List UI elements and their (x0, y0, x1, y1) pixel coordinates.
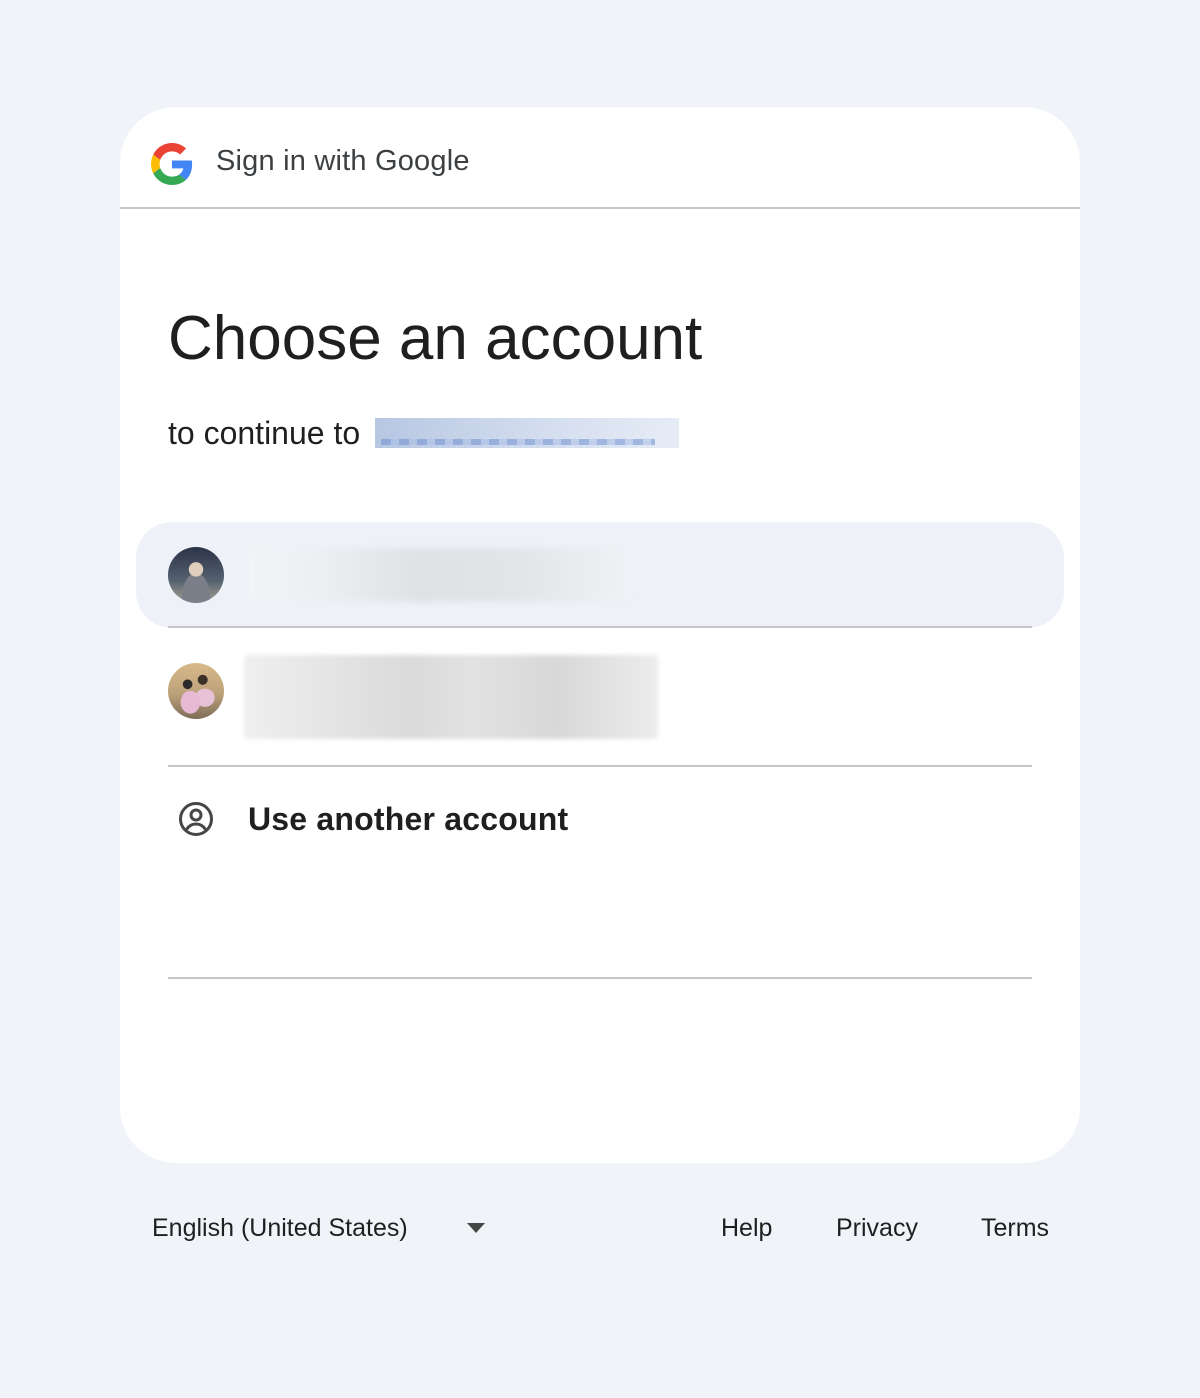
google-logo-icon (151, 143, 193, 185)
footer: English (United States) Help Privacy Ter… (0, 1200, 1200, 1260)
privacy-link[interactable]: Privacy (836, 1212, 918, 1244)
divider (168, 977, 1032, 979)
card-header: Sign in with Google (120, 107, 1080, 209)
avatar (168, 547, 224, 603)
use-another-account-label: Use another account (248, 801, 569, 837)
avatar (168, 663, 224, 719)
header-title: Sign in with Google (216, 145, 470, 177)
account-name-redacted (248, 548, 628, 602)
account-row-2[interactable] (136, 628, 1064, 766)
help-link[interactable]: Help (721, 1212, 772, 1244)
terms-link[interactable]: Terms (981, 1212, 1049, 1244)
continue-prefix: to continue to (168, 415, 361, 451)
account-name-redacted (244, 655, 658, 739)
app-name-link-redacted[interactable] (375, 417, 680, 448)
sign-in-card: Sign in with Google Choose an account to… (120, 107, 1080, 1163)
page-title: Choose an account (168, 304, 703, 373)
use-another-account-button[interactable]: Use another account (136, 766, 1064, 870)
language-label: English (United States) (152, 1214, 408, 1242)
language-select[interactable]: English (United States) (152, 1208, 492, 1248)
dropdown-arrow-icon (467, 1223, 485, 1233)
account-row-1[interactable] (136, 522, 1064, 628)
continue-subtitle: to continue to (168, 413, 680, 453)
account-circle-icon (179, 802, 213, 836)
